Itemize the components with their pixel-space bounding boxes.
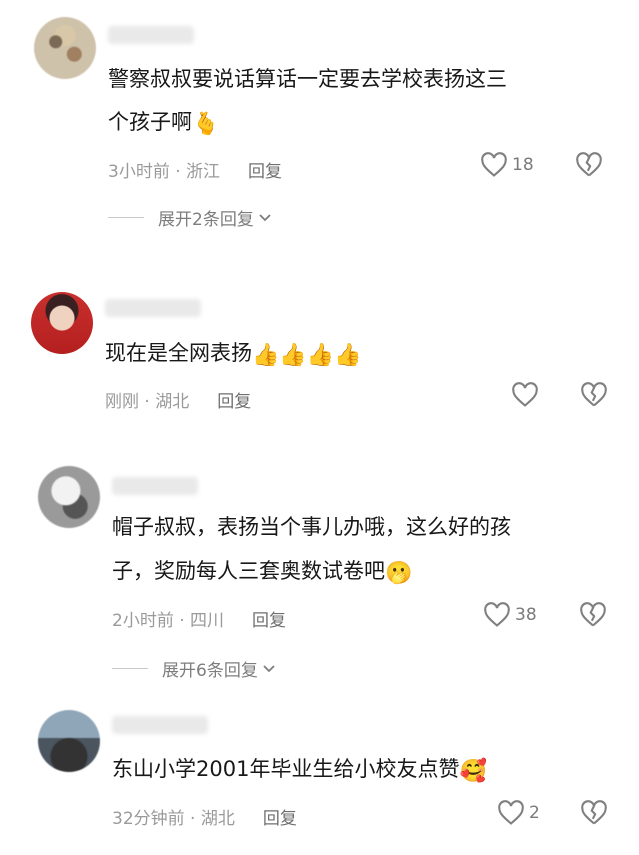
username-blurred[interactable]: [112, 716, 208, 734]
expand-replies-button[interactable]: 展开6条回复: [112, 656, 277, 681]
finger-heart-emoji: 🫰: [192, 112, 220, 137]
broken-heart-icon[interactable]: [579, 602, 607, 628]
like-button[interactable]: 2: [497, 800, 540, 826]
time-location: 2小时前 · 四川: [112, 611, 225, 631]
username-blurred[interactable]: [108, 26, 194, 44]
comment-text: 警察叔叔要说话算话一定要去学校表扬这三: [108, 67, 507, 91]
chevron-down-icon: [263, 664, 275, 672]
divider: [108, 217, 144, 218]
reply-button[interactable]: 回复: [252, 611, 286, 631]
heart-icon: [512, 382, 538, 407]
avatar[interactable]: [34, 17, 96, 79]
heart-icon: [481, 152, 507, 177]
avatar[interactable]: [31, 292, 93, 354]
comment-text: 现在是全网表扬👍👍👍👍: [105, 341, 362, 368]
comment-text: 个孩子啊🫰: [108, 110, 220, 137]
like-count: 2: [529, 803, 540, 823]
like-count: 38: [515, 605, 537, 625]
smiling-hearts-emoji: 🥰: [459, 759, 487, 784]
reply-button[interactable]: 回复: [263, 809, 297, 829]
broken-heart-icon[interactable]: [580, 800, 608, 826]
chevron-down-icon: [259, 213, 271, 221]
hand-over-mouth-emoji: 🫢: [385, 561, 413, 586]
heart-icon: [484, 602, 510, 627]
time-location: 刚刚 · 湖北: [105, 392, 190, 412]
avatar[interactable]: [38, 710, 100, 772]
username-blurred[interactable]: [112, 477, 198, 495]
comment-text: 子，奖励每人三套奥数试卷吧🫢: [112, 559, 413, 586]
comment-text: 帽子叔叔，表扬当个事儿办哦，这么好的孩: [112, 515, 511, 539]
username-blurred[interactable]: [105, 299, 201, 317]
avatar[interactable]: [38, 466, 100, 528]
thumbs-up-emoji: 👍👍👍👍: [252, 343, 362, 368]
comment-text: 东山小学2001年毕业生给小校友点赞🥰: [112, 757, 487, 784]
time-location: 3小时前 · 浙江: [108, 162, 221, 182]
like-button[interactable]: [511, 382, 539, 408]
comment-meta: 刚刚 · 湖北 回复: [105, 387, 251, 412]
reply-button[interactable]: 回复: [248, 162, 282, 182]
comment-meta: 32分钟前 · 湖北 回复: [112, 804, 297, 829]
comment-meta: 3小时前 · 浙江 回复: [108, 157, 282, 182]
broken-heart-icon[interactable]: [580, 382, 608, 408]
like-button[interactable]: 38: [483, 602, 537, 628]
expand-replies-button[interactable]: 展开2条回复: [108, 205, 273, 230]
heart-icon: [498, 800, 524, 825]
broken-heart-icon[interactable]: [575, 152, 603, 178]
comment-meta: 2小时前 · 四川 回复: [112, 606, 286, 631]
like-button[interactable]: 18: [480, 152, 534, 178]
divider: [112, 668, 148, 669]
like-count: 18: [512, 155, 534, 175]
reply-button[interactable]: 回复: [217, 392, 251, 412]
time-location: 32分钟前 · 湖北: [112, 809, 235, 829]
